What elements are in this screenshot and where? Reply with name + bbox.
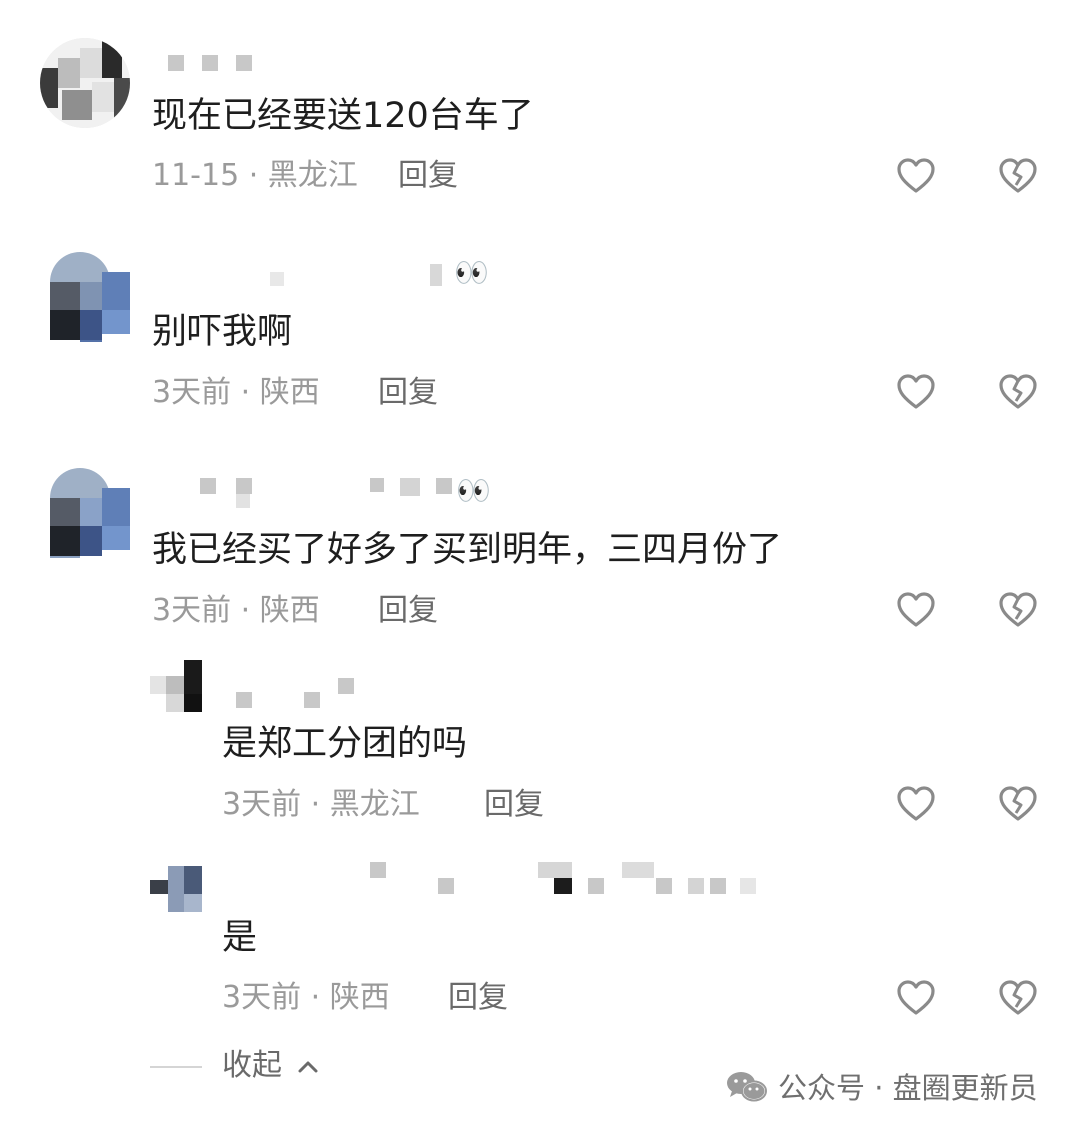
comment-text: 是郑工分团的吗 (222, 724, 468, 764)
avatar[interactable] (40, 468, 130, 558)
comment-meta: 3天前 · 陕西 (152, 375, 320, 410)
reply-button[interactable]: 回复 (398, 158, 458, 194)
broken-heart-icon[interactable] (996, 588, 1040, 632)
heart-outline-icon[interactable] (894, 588, 938, 632)
broken-heart-icon[interactable] (996, 782, 1040, 826)
heart-outline-icon[interactable] (894, 154, 938, 198)
wechat-logo-icon (726, 1070, 768, 1104)
comment-text: 别吓我啊 (152, 312, 293, 352)
eyes-emoji: 👀 (456, 474, 491, 507)
reply-item: 是郑工分团的吗 3天前 · 黑龙江 回复 (0, 650, 1080, 840)
comment-text: 现在已经要送120台车了 (152, 96, 534, 136)
avatar[interactable] (40, 252, 130, 342)
username-obscured[interactable] (200, 476, 460, 508)
username-obscured[interactable] (370, 862, 770, 894)
reply-button[interactable]: 回复 (378, 375, 438, 411)
broken-heart-icon[interactable] (996, 976, 1040, 1020)
comment-meta: 3天前 · 陕西 (222, 980, 390, 1015)
username-obscured[interactable] (168, 55, 268, 85)
avatar[interactable] (150, 860, 202, 912)
watermark-text: 公众号 · 盘圈更新员 (778, 1071, 1038, 1105)
comment-text: 我已经买了好多了买到明年，三四月份了 (152, 530, 783, 570)
collapse-divider (150, 1066, 202, 1068)
comment-text: 是 (222, 918, 258, 958)
broken-heart-icon[interactable] (996, 154, 1040, 198)
comment-item: 👀 别吓我啊 3天前 · 陕西 回复 (0, 230, 1080, 430)
avatar[interactable] (40, 38, 130, 128)
reply-button[interactable]: 回复 (484, 787, 544, 823)
comment-meta: 3天前 · 黑龙江 (222, 787, 420, 822)
heart-outline-icon[interactable] (894, 782, 938, 826)
comment-meta: 11-15 · 黑龙江 (152, 158, 358, 193)
heart-outline-icon[interactable] (894, 370, 938, 414)
heart-outline-icon[interactable] (894, 976, 938, 1020)
reply-button[interactable]: 回复 (448, 980, 508, 1016)
collapse-label: 收起 (222, 1048, 282, 1083)
eyes-emoji: 👀 (454, 256, 489, 289)
comment-meta: 3天前 · 陕西 (152, 593, 320, 628)
reply-item: 是 3天前 · 陕西 回复 (0, 850, 1080, 1040)
comment-item: 现在已经要送120台车了 11-15 · 黑龙江 回复 (0, 0, 1080, 220)
username-obscured[interactable] (236, 678, 366, 708)
comment-item: 👀 我已经买了好多了买到明年，三四月份了 3天前 · 陕西 回复 (0, 448, 1080, 648)
broken-heart-icon[interactable] (996, 370, 1040, 414)
chevron-up-icon (296, 1056, 320, 1076)
avatar[interactable] (150, 660, 202, 712)
reply-button[interactable]: 回复 (378, 593, 438, 629)
